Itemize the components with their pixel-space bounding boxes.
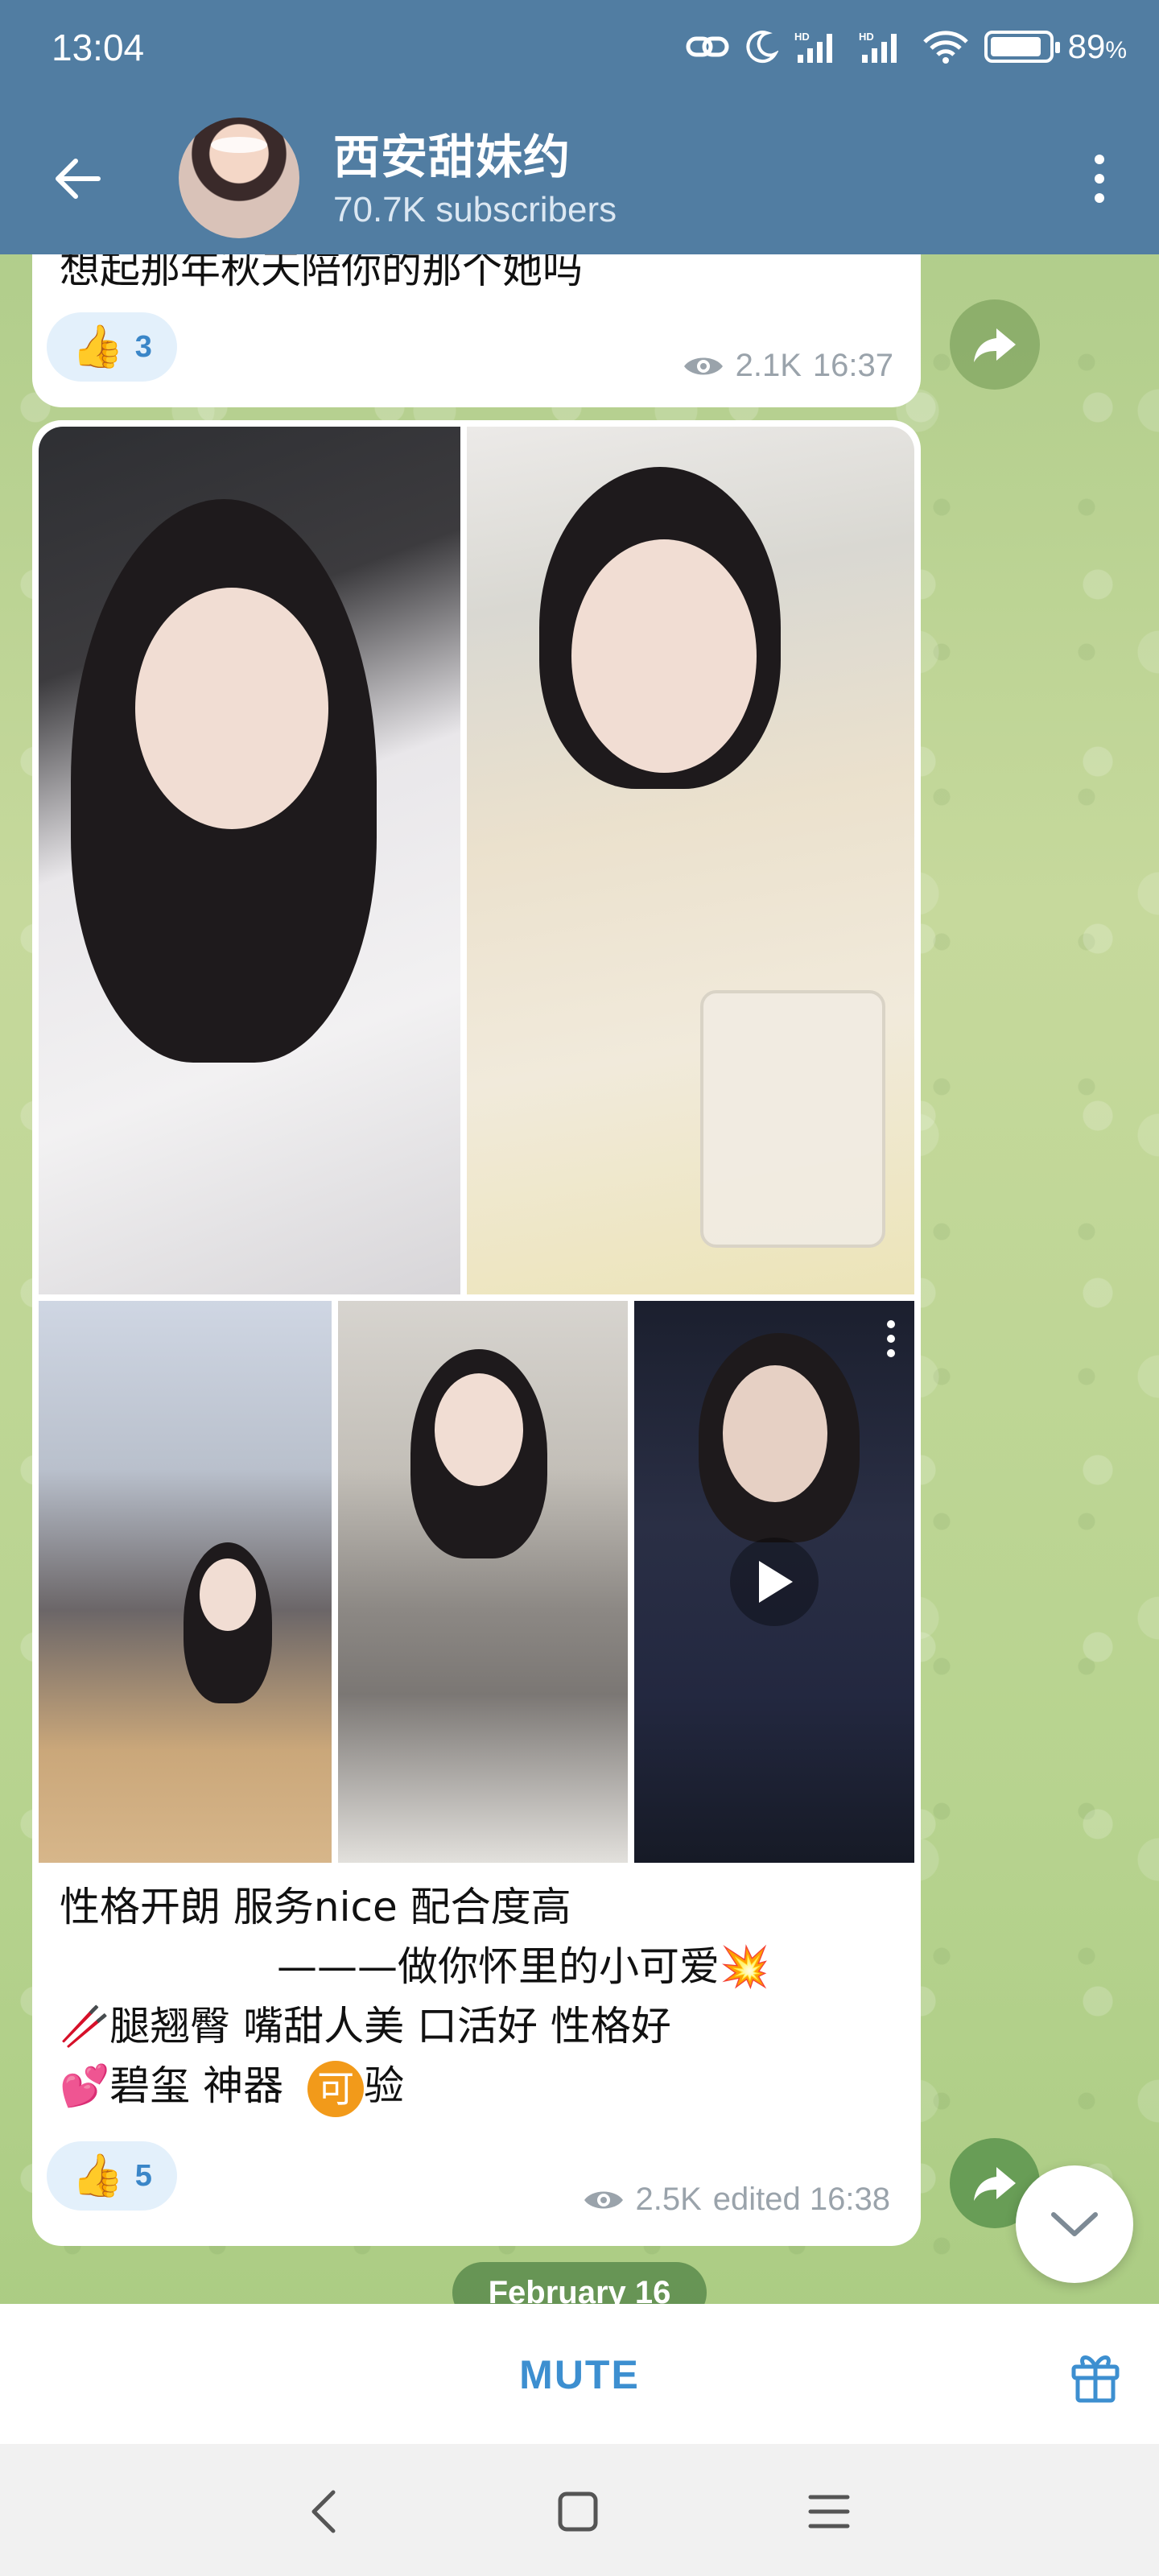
menu-icon [808, 2495, 850, 2529]
signal-icon: HD [794, 31, 832, 63]
eye-icon [584, 2191, 623, 2208]
reaction-count: 3 [134, 329, 152, 364]
message-bubble[interactable]: 性格开朗 服务nice 配合度高 ———做你怀里的小可爱💥 🥢腿翘臀 嘴甜人美 … [32, 420, 921, 2246]
nav-menu-button[interactable] [797, 2479, 861, 2544]
channel-title[interactable]: 西安甜妹约 [333, 119, 571, 187]
top-header: 13:04 HD HD 89% 西安甜妹约 70.7K subscribers [0, 0, 1159, 254]
nav-home-button[interactable] [546, 2479, 610, 2544]
nav-back-button[interactable] [291, 2479, 356, 2544]
gift-icon [1071, 2355, 1120, 2403]
chevron-down-icon [1051, 2212, 1098, 2236]
view-count: 2.5K [635, 2182, 702, 2217]
subscriber-count: 70.7K subscribers [333, 190, 617, 229]
caption-text: 💕碧玺 神器 [60, 2062, 284, 2109]
square-icon [558, 2491, 598, 2532]
photo[interactable] [338, 1301, 628, 1863]
bottom-bar: MUTE [0, 2304, 1159, 2444]
status-time: 13:04 [52, 27, 145, 68]
share-arrow-icon [974, 328, 1016, 362]
link-icon [686, 36, 729, 57]
play-icon[interactable] [730, 1538, 819, 1626]
video-thumbnail[interactable] [634, 1301, 914, 1863]
mute-button[interactable]: MUTE [419, 2336, 740, 2413]
view-count: 2.1K [735, 348, 802, 383]
caption-line: ———做你怀里的小可爱💥 [277, 1943, 770, 1990]
message-meta: 2.1K 16:37 [683, 348, 893, 384]
arrow-left-icon [56, 159, 101, 199]
eye-icon [683, 357, 723, 374]
caption-line: 💕碧玺 神器可验 [60, 2056, 897, 2117]
thumbs-up-icon: 👍 [72, 2152, 124, 2200]
more-options-icon[interactable] [887, 1320, 895, 1357]
caption-text: 验 [364, 2062, 405, 2109]
message-caption: 性格开朗 服务nice 配合度高 ———做你怀里的小可爱💥 🥢腿翘臀 嘴甜人美 … [60, 1877, 897, 2117]
back-button[interactable] [45, 147, 109, 211]
gift-button[interactable] [1059, 2339, 1132, 2412]
thumbs-up-icon: 👍 [72, 323, 124, 371]
app-bar: 西安甜妹约 70.7K subscribers [0, 103, 1159, 254]
caption-line: 性格开朗 服务nice 配合度高 [60, 1884, 571, 1930]
reaction-count: 5 [134, 2158, 152, 2193]
scroll-down-button[interactable] [1016, 2165, 1133, 2283]
battery-icon [984, 31, 1060, 63]
message-time: 16:37 [812, 348, 893, 383]
reaction-chip[interactable]: 👍 3 [47, 312, 177, 382]
photo[interactable] [467, 427, 914, 1294]
battery-level: 89% [1067, 27, 1127, 65]
wifi-icon [922, 31, 968, 64]
svg-text:HD: HD [859, 31, 874, 43]
orange-badge: 可 [307, 2060, 365, 2117]
signal-icon: HD [859, 31, 897, 63]
photo[interactable] [39, 1301, 332, 1863]
share-button[interactable] [950, 299, 1040, 390]
status-bar: 13:04 HD HD 89% [0, 0, 1159, 103]
svg-text:HD: HD [794, 31, 810, 43]
channel-avatar[interactable] [179, 118, 299, 238]
share-arrow-icon [974, 2167, 1016, 2201]
message-time: edited 16:38 [712, 2182, 890, 2217]
more-vertical-icon[interactable] [1075, 147, 1124, 211]
reaction-chip[interactable]: 👍 5 [47, 2141, 177, 2211]
photo[interactable] [39, 427, 460, 1294]
chevron-left-icon [311, 2490, 336, 2533]
system-nav-bar [0, 2444, 1159, 2576]
message-meta: 2.5K edited 16:38 [583, 2182, 890, 2218]
moon-icon [746, 31, 778, 64]
caption-line: 🥢腿翘臀 嘴甜人美 口活好 性格好 [60, 2003, 671, 2050]
status-icons: HD HD 89% [685, 27, 1127, 66]
